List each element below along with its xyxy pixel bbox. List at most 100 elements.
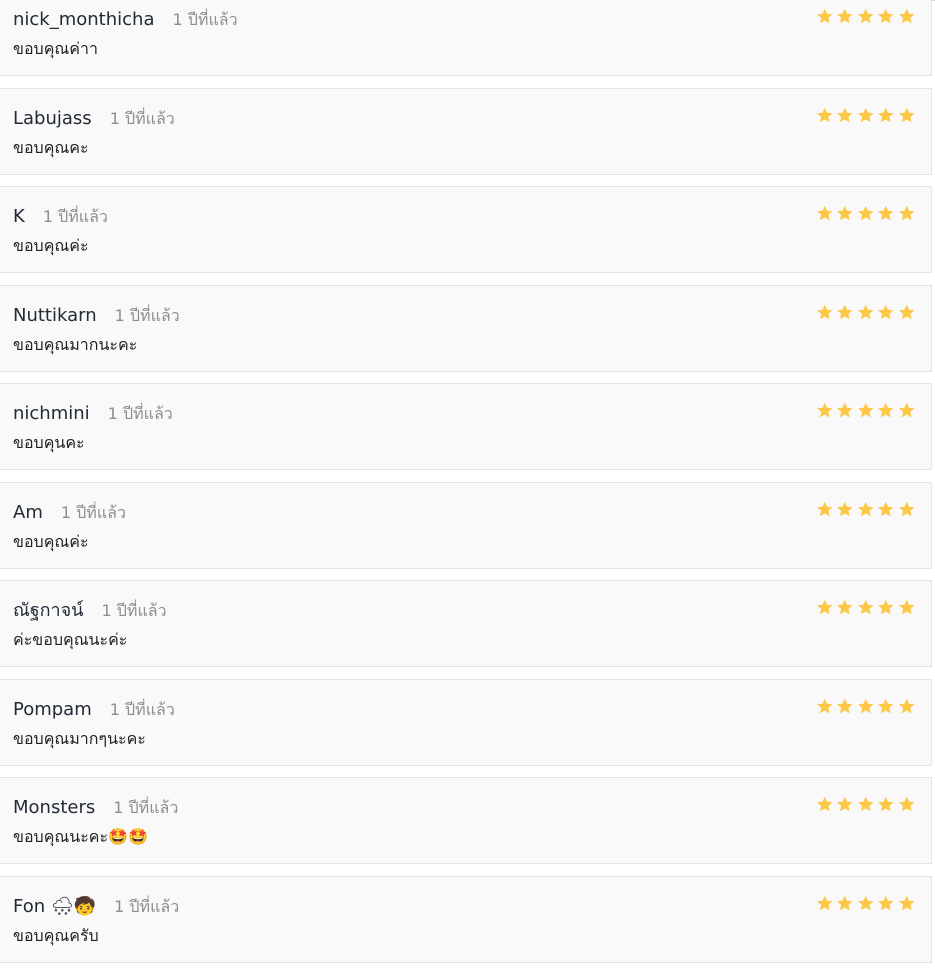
review-header: nick_monthicha 1 ปีที่แล้ว	[13, 9, 238, 31]
rating-stars	[815, 204, 917, 223]
rating-stars	[815, 500, 917, 519]
star-icon	[877, 599, 894, 615]
star-icon	[898, 402, 915, 418]
star-icon	[877, 796, 894, 812]
review-time: 1 ปีที่แล้ว	[113, 798, 179, 817]
review-comment: ขอบคุณค่าา	[13, 39, 98, 58]
star-icon	[898, 8, 915, 24]
star-icon	[857, 698, 874, 713]
review-list: nick_monthicha 1 ปีที่แล้ว ขอบคุณค่าา Labuj…	[0, 0, 932, 974]
review-card: nichmini 1 ปีที่แล้วขอบคุนคะ	[0, 383, 932, 470]
star-icon	[816, 698, 833, 713]
star-icon	[898, 895, 915, 910]
reviewer-name: ณัฐกาจน์	[13, 600, 84, 621]
review-card: Monsters 1 ปีที่แล้วขอบคุณนะคะ🤩🤩	[0, 777, 932, 864]
review-header: Fon 🌨🧒 1 ปีที่แล้ว	[13, 896, 179, 918]
review-time: 1 ปีที่แล้ว	[109, 699, 175, 719]
review-header: ณัฐกาจน์ 1 ปีที่แล้ว	[13, 600, 167, 622]
reviewer-name: Fon 🌨🧒	[13, 895, 97, 917]
star-icon	[836, 8, 853, 24]
review-card: Pompam 1 ปีที่แล้วขอบคุณมากๆนะคะ	[0, 678, 932, 766]
reviewer-name: nick_monthicha	[13, 9, 155, 30]
star-icon	[898, 698, 915, 713]
star-icon	[836, 205, 853, 221]
review-header: K 1 ปีที่แล้ว	[13, 206, 108, 228]
review-comment: ขอบคุณนะคะ🤩🤩	[13, 827, 148, 846]
rating-stars	[815, 894, 917, 913]
star-icon	[898, 107, 915, 122]
star-icon	[857, 796, 874, 812]
review-time: 1 ปีที่แล้ว	[172, 10, 238, 29]
star-icon	[836, 796, 853, 812]
review-comment: ขอบคุณค่ะ	[13, 531, 89, 551]
rating-stars	[815, 7, 917, 26]
star-icon	[816, 205, 833, 221]
rating-stars	[815, 303, 917, 322]
star-icon	[836, 698, 853, 713]
star-icon	[816, 599, 833, 615]
review-comment: ขอบคุณคะ	[13, 137, 89, 157]
star-icon	[816, 402, 833, 418]
star-icon	[816, 895, 833, 910]
review-time: 1 ปีที่แล้ว	[114, 305, 180, 325]
star-icon	[836, 895, 853, 910]
review-header: Am 1 ปีที่แล้ว	[13, 502, 126, 524]
review-card: Am 1 ปีที่แล้วขอบคุณค่ะ	[0, 481, 932, 569]
review-time: 1 ปีที่แล้ว	[114, 896, 180, 916]
review-header: Nuttikarn 1 ปีที่แล้ว	[13, 305, 180, 327]
star-icon	[877, 698, 894, 713]
review-card: Nuttikarn 1 ปีที่แล้วขอบคุณมากนะคะ	[0, 284, 932, 372]
review-comment: ขอบคุนคะ	[13, 433, 85, 452]
review-comment: ขอบคุณครับ	[13, 925, 99, 945]
star-icon	[857, 205, 874, 221]
star-icon	[877, 205, 894, 221]
star-icon	[898, 205, 915, 221]
star-icon	[836, 599, 853, 615]
review-card: K 1 ปีที่แล้วขอบคุณค่ะ	[0, 186, 932, 273]
reviewer-name: Nuttikarn	[13, 304, 97, 326]
review-time: 1 ปีที่แล้ว	[107, 404, 173, 423]
star-icon	[857, 402, 874, 418]
reviewer-name: K	[13, 206, 25, 227]
review-time: 1 ปีที่แล้ว	[42, 207, 108, 226]
review-card: nick_monthicha 1 ปีที่แล้วขอบคุณค่าา	[0, 0, 932, 76]
star-icon	[857, 107, 874, 122]
review-header: Labujass 1 ปีที่แล้ว	[13, 108, 175, 130]
star-icon	[898, 501, 915, 516]
star-icon	[877, 304, 894, 319]
star-icon	[857, 895, 874, 910]
star-icon	[816, 501, 833, 516]
reviewer-name: Am	[13, 501, 43, 523]
star-icon	[877, 8, 894, 24]
review-comment: ขอบคุณมากนะคะ	[13, 334, 138, 354]
review-card: Fon 🌨🧒 1 ปีที่แล้วขอบคุณครับ	[0, 875, 932, 963]
reviewer-name: Pompam	[13, 698, 92, 720]
rating-stars	[815, 795, 917, 814]
star-icon	[877, 107, 894, 122]
star-icon	[898, 304, 915, 319]
review-comment: ขอบคุณค่ะ	[13, 236, 89, 255]
star-icon	[877, 895, 894, 910]
star-icon	[836, 304, 853, 319]
star-icon	[816, 304, 833, 319]
rating-stars	[815, 598, 917, 617]
star-icon	[857, 599, 874, 615]
star-icon	[857, 501, 874, 516]
reviewer-name: nichmini	[13, 403, 90, 424]
review-comment: ค่ะขอบคุณนะค่ะ	[13, 630, 128, 649]
review-comment: ขอบคุณมากๆนะคะ	[13, 728, 146, 748]
star-icon	[857, 304, 874, 319]
star-icon	[816, 107, 833, 122]
review-header: Pompam 1 ปีที่แล้ว	[13, 699, 175, 721]
reviewer-name: Labujass	[13, 107, 92, 129]
review-header: Monsters 1 ปีที่แล้ว	[13, 797, 178, 819]
rating-stars	[815, 401, 917, 420]
star-icon	[877, 402, 894, 418]
reviewer-name: Monsters	[13, 797, 96, 818]
star-icon	[857, 8, 874, 24]
star-icon	[836, 107, 853, 122]
star-icon	[816, 796, 833, 812]
review-time: 1 ปีที่แล้ว	[109, 108, 175, 128]
rating-stars	[815, 106, 917, 125]
star-icon	[898, 599, 915, 615]
